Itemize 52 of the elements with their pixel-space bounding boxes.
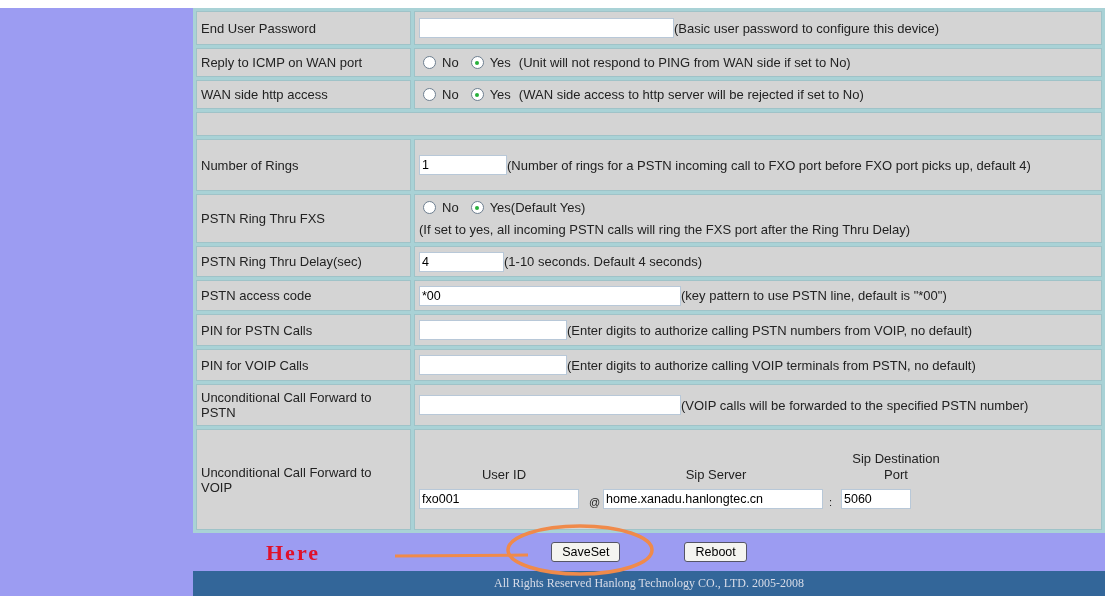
text-field[interactable]: 1	[419, 155, 507, 176]
text-field[interactable]: *00	[419, 285, 681, 306]
field-note: (Number of rings for a PSTN incoming call to FXO port before FXO port picks up, default 4)	[507, 157, 1031, 173]
radio-button[interactable]	[423, 88, 436, 101]
column-heading: Sip Destination Port	[851, 450, 941, 483]
radio-option[interactable]: Yes(Default Yes)	[470, 197, 586, 218]
form-button[interactable]: Reboot	[684, 542, 747, 562]
field-note: (Basic user password to configure this device)	[674, 20, 940, 36]
field-label: PIN for VOIP Calls	[196, 349, 411, 381]
copyright-text: All Rights Reserved Hanlong Technology CO., LTD. 2005-2008	[494, 576, 804, 590]
radio-button[interactable]	[423, 56, 436, 69]
text-field[interactable]	[419, 320, 567, 341]
field-label: PSTN Ring Thru Delay(sec)	[196, 246, 411, 277]
field-note: (Enter digits to authorize calling PSTN numbers from VOIP, no default)	[567, 322, 973, 338]
column-heading: Sip Server	[684, 466, 748, 483]
field-label: PIN for PSTN Calls	[196, 314, 411, 346]
field-note: (WAN side access to http server will be rejected if set to No)	[518, 85, 864, 104]
radio-button[interactable]	[470, 88, 484, 101]
field-note: (Enter digits to authorize calling VOIP terminals from PSTN, no default)	[567, 357, 976, 373]
field-label: Unconditional Call Forward to VOIP	[196, 429, 411, 530]
radio-button[interactable]	[470, 201, 484, 214]
text-field[interactable]	[419, 395, 681, 416]
field-note: (1-10 seconds. Default 4 seconds)	[504, 253, 702, 269]
text-field[interactable]	[419, 355, 567, 376]
annotation-text: Here	[266, 541, 320, 565]
field-label: Number of Rings	[196, 139, 411, 191]
column-heading: User ID	[480, 466, 528, 483]
radio-button[interactable]	[470, 56, 484, 69]
user-id-field[interactable]: fxo001	[419, 488, 579, 509]
radio-option[interactable]: No	[423, 197, 459, 218]
port-field[interactable]: 5060	[841, 488, 911, 509]
radio-button[interactable]	[423, 201, 436, 214]
field-label: PSTN access code	[196, 280, 411, 311]
field-note: (If set to yes, all incoming PSTN calls will ring the FXS port after the Ring Thru Delay)	[419, 220, 912, 239]
radio-option[interactable]: Yes	[470, 52, 511, 73]
field-note: (key pattern to use PSTN line, default is "*00")	[681, 287, 947, 303]
field-label: WAN side http access	[196, 80, 411, 109]
field-label: End User Password	[196, 11, 411, 45]
form-button[interactable]: SaveSet	[551, 542, 621, 562]
sip-server-field[interactable]: home.xanadu.hanlongtec.cn	[603, 488, 823, 509]
radio-option[interactable]: No	[423, 84, 459, 105]
at-sign: @	[589, 494, 602, 509]
text-field[interactable]: 4	[419, 251, 504, 272]
field-label: PSTN Ring Thru FXS	[196, 194, 411, 243]
field-label: Reply to ICMP on WAN port	[196, 48, 411, 77]
field-label: Unconditional Call Forward to PSTN	[196, 384, 411, 426]
colon-separator: :	[829, 494, 834, 509]
text-field[interactable]	[419, 18, 674, 39]
radio-option[interactable]: No	[423, 52, 459, 73]
field-note: (Unit will not respond to PING from WAN side if set to No)	[518, 53, 851, 72]
radio-option[interactable]: Yes	[470, 84, 511, 105]
field-note: (VOIP calls will be forwarded to the specified PSTN number)	[681, 397, 1029, 413]
